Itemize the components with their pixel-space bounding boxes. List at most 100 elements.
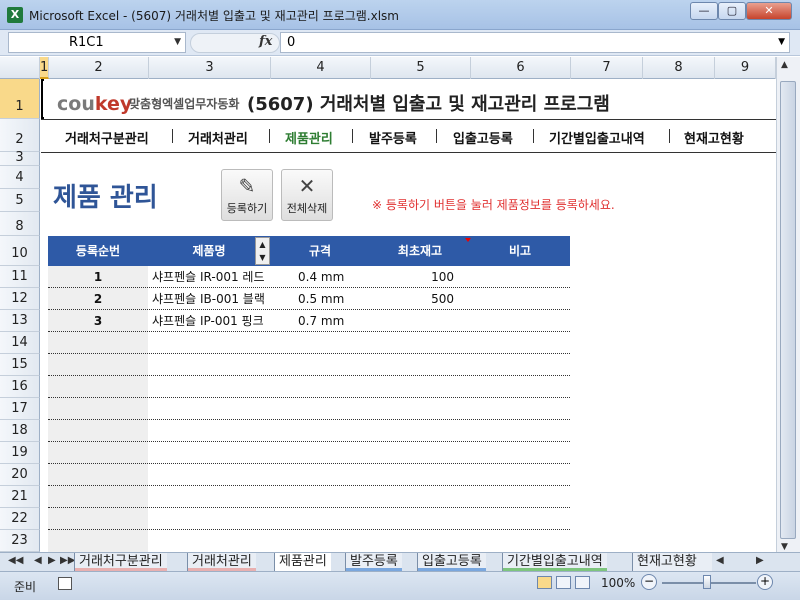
column-header[interactable]: 9	[715, 57, 776, 79]
scroll-down-icon[interactable]: ▼	[781, 542, 788, 552]
cell-seq[interactable]: 2	[48, 288, 148, 310]
column-header[interactable]: 4	[271, 57, 371, 79]
column-header[interactable]: 6	[471, 57, 571, 79]
vertical-scrollbar[interactable]: ▲ ▼	[776, 57, 800, 552]
sheet-tab[interactable]: 입출고등록	[417, 553, 486, 571]
row-header[interactable]: 17	[0, 398, 40, 420]
name-box[interactable]: R1C1 ▼	[8, 32, 186, 53]
next-sheet-icon[interactable]: ▶	[48, 555, 56, 566]
row-header[interactable]: 12	[0, 288, 40, 310]
table-row[interactable]	[48, 508, 570, 530]
row-header[interactable]: 1	[0, 79, 40, 119]
first-sheet-icon[interactable]: ◀◀	[8, 555, 23, 566]
table-row[interactable]	[48, 354, 570, 376]
nav-item-period-history[interactable]: 기간별입출고내역	[549, 128, 645, 147]
row-header[interactable]: 5	[0, 189, 40, 212]
scroll-thumb[interactable]	[780, 81, 796, 539]
column-header[interactable]: 2	[49, 57, 149, 79]
table-row[interactable]	[48, 464, 570, 486]
page-break-view-button[interactable]	[575, 576, 590, 589]
row-header[interactable]: 13	[0, 310, 40, 332]
row-header[interactable]: 3	[0, 151, 40, 166]
scroll-up-icon[interactable]: ▲	[781, 60, 788, 70]
cell-seq[interactable]: 1	[48, 266, 148, 288]
row-header[interactable]: 21	[0, 486, 40, 508]
zoom-slider-thumb[interactable]	[703, 575, 711, 589]
row-header[interactable]: 14	[0, 332, 40, 354]
row-header[interactable]: 11	[0, 266, 40, 288]
table-row[interactable]	[48, 486, 570, 508]
row-header[interactable]: 8	[0, 212, 40, 236]
table-row[interactable]	[48, 376, 570, 398]
zoom-level[interactable]: 100%	[601, 576, 635, 590]
column-header[interactable]: 5	[371, 57, 471, 79]
row-header[interactable]: 18	[0, 420, 40, 442]
row-header[interactable]: 16	[0, 376, 40, 398]
macro-record-icon[interactable]	[58, 577, 72, 590]
table-row[interactable]: 1 샤프펜슬 IR-001 레드 0.4 mm 100	[48, 266, 570, 288]
expand-formula-bar-icon[interactable]: ▼	[778, 33, 785, 52]
nav-item-inout[interactable]: 입출고등록	[453, 128, 513, 147]
row-header[interactable]: 19	[0, 442, 40, 464]
nav-item-orders[interactable]: 발주등록	[369, 128, 417, 147]
sheet-tab[interactable]: 거래처관리	[187, 553, 256, 571]
delete-all-button[interactable]: ✕ 전체삭제	[281, 169, 333, 221]
excel-icon[interactable]: X	[7, 7, 23, 23]
zoom-out-button[interactable]: −	[641, 574, 657, 590]
cell-initial-stock[interactable]: 500	[370, 288, 454, 310]
sheet-tab[interactable]: 현재고현황	[632, 553, 712, 571]
cell-spec[interactable]: 0.7 mm	[298, 310, 344, 332]
scroll-right-icon[interactable]: ▶	[756, 555, 764, 566]
page-layout-view-button[interactable]	[556, 576, 571, 589]
cell-product-name[interactable]: 샤프펜슬 IB-001 블랙	[152, 288, 265, 310]
sheet-tab-active[interactable]: 제품관리	[274, 553, 331, 571]
row-header[interactable]: 22	[0, 508, 40, 530]
column-header[interactable]: 8	[643, 57, 715, 79]
table-row[interactable]	[48, 420, 570, 442]
select-all-corner[interactable]	[0, 57, 40, 79]
row-header[interactable]: 4	[0, 166, 40, 189]
normal-view-button[interactable]	[537, 576, 552, 589]
table-row[interactable]: 2 샤프펜슬 IB-001 블랙 0.5 mm 500	[48, 288, 570, 310]
cell-initial-stock[interactable]: 100	[370, 266, 454, 288]
cell-spec[interactable]: 0.4 mm	[298, 266, 344, 288]
scroll-left-icon[interactable]: ◀	[716, 555, 724, 566]
table-row[interactable]: 3 샤프펜슬 IP-001 핑크 0.7 mm	[48, 310, 570, 332]
cell-seq[interactable]: 3	[48, 310, 148, 332]
cell-product-name[interactable]: 샤프펜슬 IR-001 레드	[152, 266, 265, 288]
sheet-tab[interactable]: 발주등록	[345, 553, 402, 571]
row-header[interactable]: 23	[0, 530, 40, 552]
row-header[interactable]: 2	[0, 119, 40, 152]
sheet-tab[interactable]: 거래처구분관리	[74, 553, 167, 571]
row-header[interactable]: 15	[0, 354, 40, 376]
insert-function-icon[interactable]: fx	[259, 34, 272, 49]
maximize-button[interactable]: ▢	[718, 2, 746, 20]
column-header[interactable]: 1	[40, 57, 49, 79]
nav-item-clients[interactable]: 거래처관리	[188, 128, 248, 147]
cell-spec[interactable]: 0.5 mm	[298, 288, 344, 310]
sort-up-icon[interactable]: ▲	[256, 238, 269, 251]
comment-indicator[interactable]	[465, 238, 471, 242]
minimize-button[interactable]: —	[690, 2, 718, 20]
cell-initial-stock[interactable]	[370, 310, 454, 332]
nav-item-products[interactable]: 제품관리	[285, 128, 333, 147]
column-header[interactable]: 7	[571, 57, 643, 79]
table-row[interactable]	[48, 398, 570, 420]
chevron-down-icon[interactable]: ▼	[174, 33, 181, 52]
sheet-grid[interactable]: coukey 맞춤형엑셀업무자동화 (5607) 거래처별 입출고 및 재고관리…	[41, 79, 776, 552]
nav-item-client-category[interactable]: 거래처구분관리	[65, 128, 149, 147]
table-row[interactable]	[48, 332, 570, 354]
row-header[interactable]: 20	[0, 464, 40, 486]
nav-item-current-stock[interactable]: 현재고현황	[684, 128, 744, 147]
formula-input[interactable]: 0 ▼	[280, 32, 790, 53]
row-header[interactable]: 10	[0, 236, 40, 266]
column-header[interactable]: 3	[149, 57, 271, 79]
register-button[interactable]: ✎ 등록하기	[221, 169, 273, 221]
sort-down-icon[interactable]: ▼	[256, 251, 269, 264]
zoom-in-button[interactable]: +	[757, 574, 773, 590]
close-button[interactable]: ✕	[746, 2, 792, 20]
prev-sheet-icon[interactable]: ◀	[34, 555, 42, 566]
cell-product-name[interactable]: 샤프펜슬 IP-001 핑크	[152, 310, 264, 332]
table-row[interactable]	[48, 442, 570, 464]
sheet-tab[interactable]: 기간별입출고내역	[502, 553, 607, 571]
